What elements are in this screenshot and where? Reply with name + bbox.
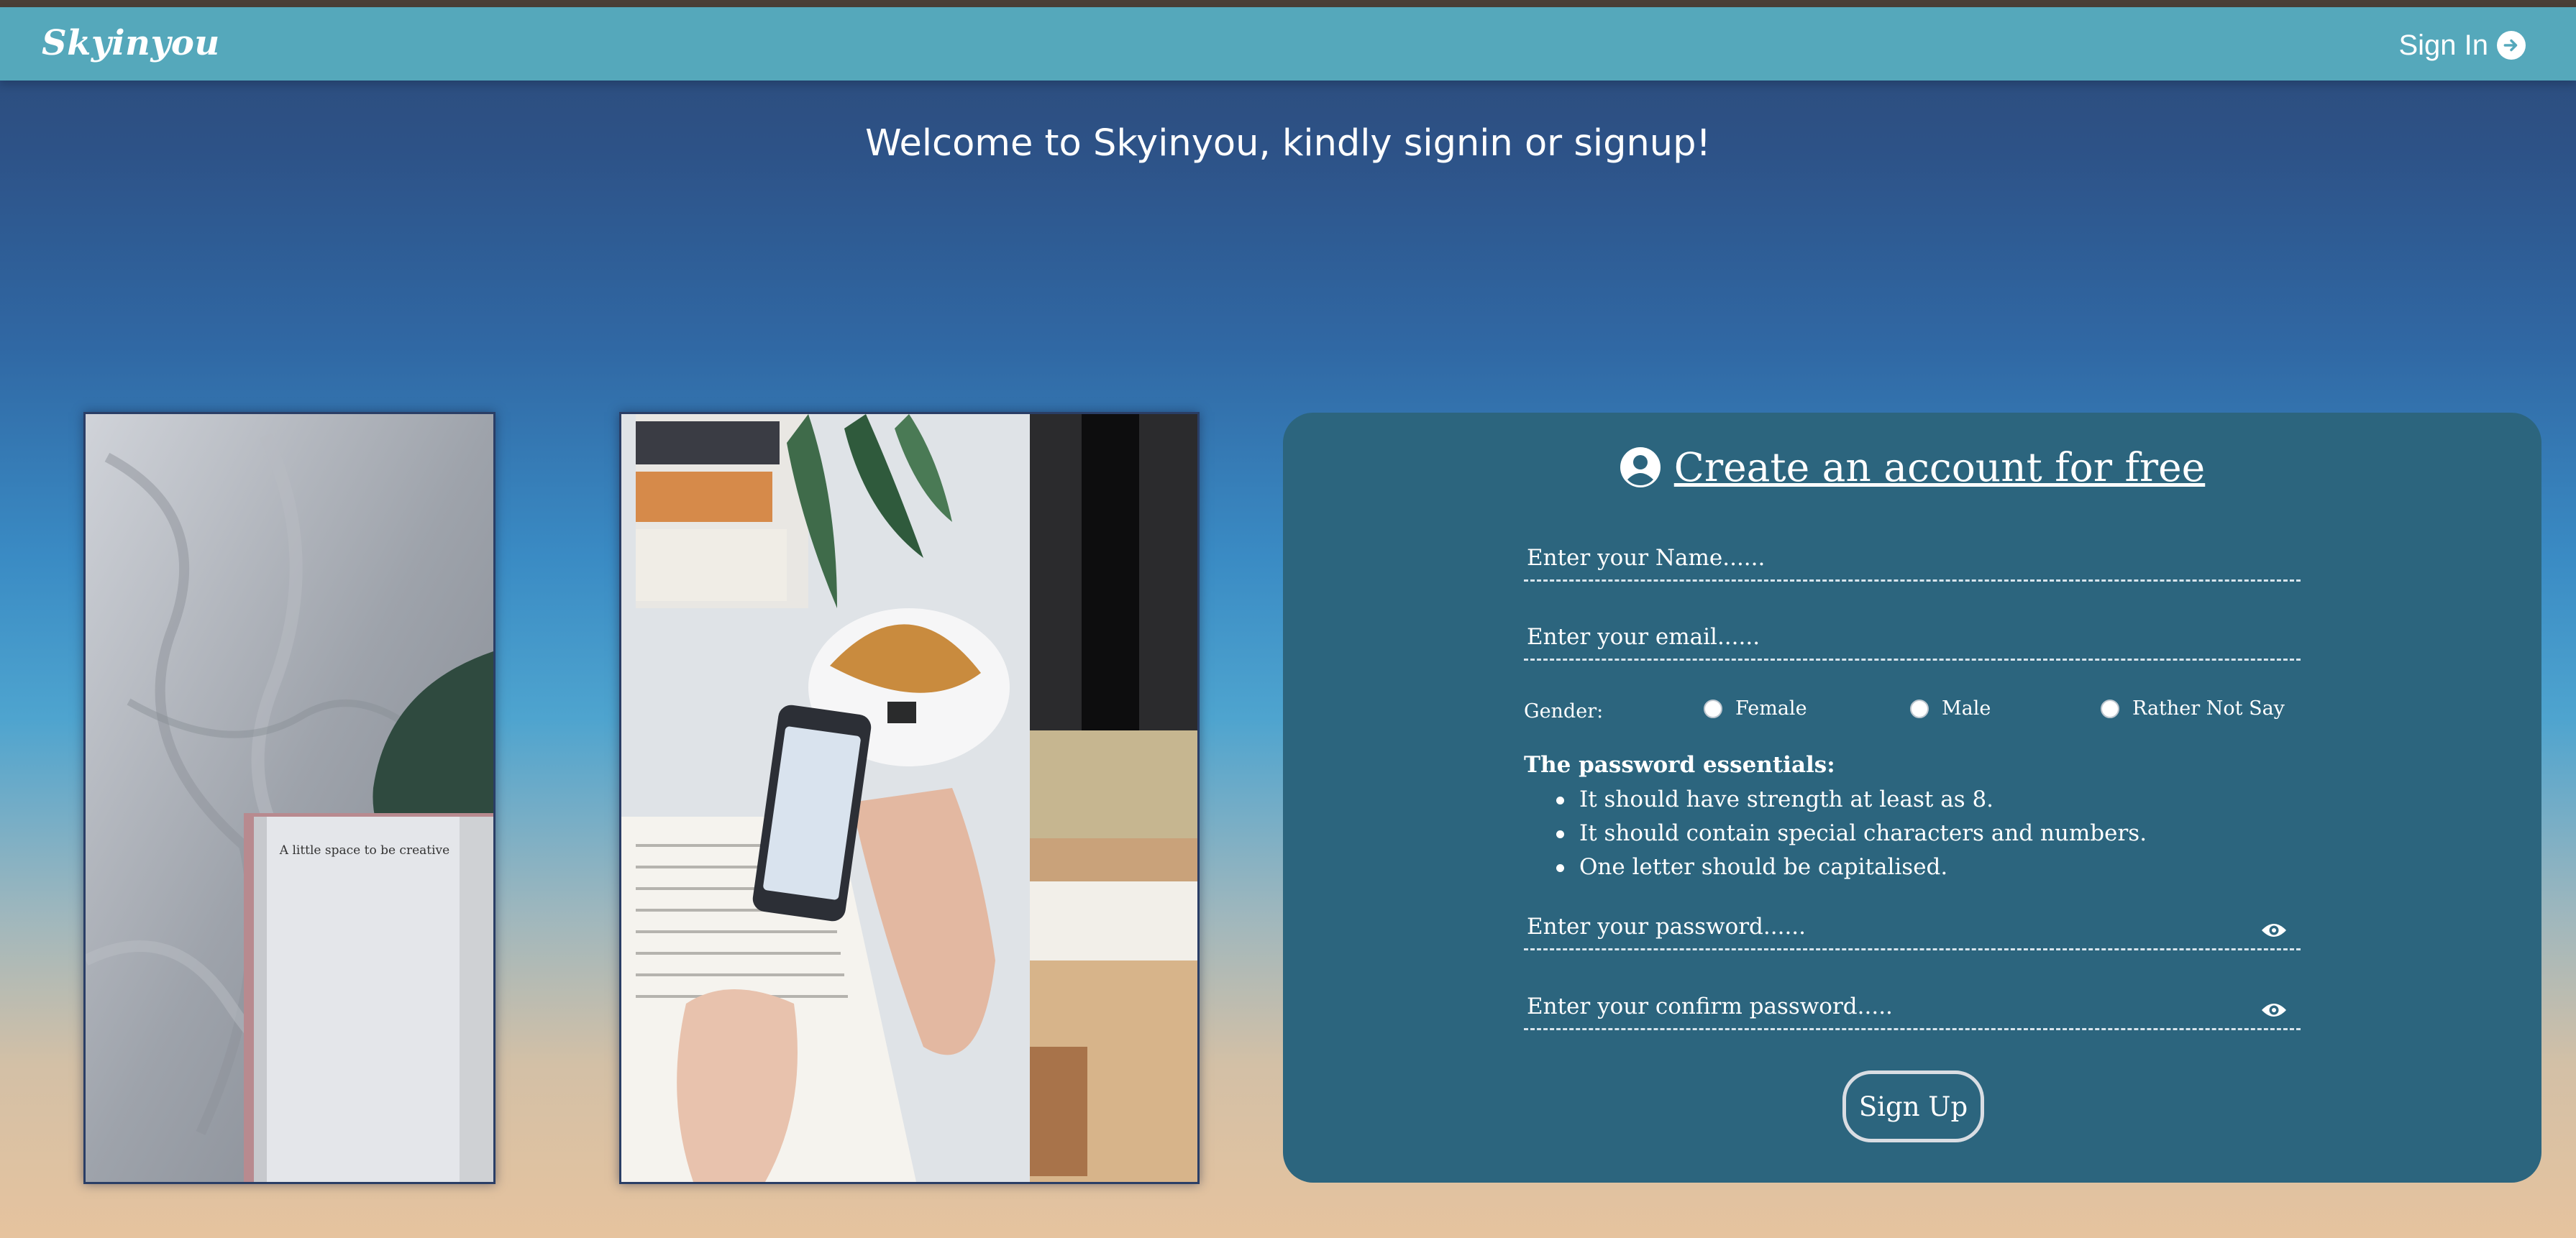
- gender-label: Gender:: [1524, 700, 1604, 723]
- password-rules-list: It should have strength at least as 8. I…: [1556, 785, 2147, 886]
- password-rule: It should contain special characters and…: [1556, 819, 2147, 853]
- sign-in-link[interactable]: Sign In: [2398, 27, 2526, 63]
- brand-logo[interactable]: Skyinyou: [42, 23, 220, 63]
- name-input[interactable]: [1524, 536, 2301, 579]
- welcome-heading: Welcome to Skyinyou, kindly signin or si…: [865, 122, 1711, 165]
- top-strip: [0, 0, 2576, 7]
- name-field: [1524, 536, 2301, 582]
- card-title: Create an account for free: [1283, 444, 2541, 490]
- rather-not-say-label: Rather Not Say: [2132, 697, 2285, 720]
- signup-card: Create an account for free Gender: Femal…: [1283, 413, 2541, 1183]
- gender-option-rather-not-say[interactable]: Rather Not Say: [2101, 697, 2285, 720]
- eye-icon[interactable]: [2260, 920, 2288, 940]
- sign-up-button[interactable]: Sign Up: [1842, 1070, 1984, 1142]
- gender-group: Gender: Female Male Rather Not Say: [1524, 693, 2301, 729]
- female-radio[interactable]: [1704, 699, 1722, 718]
- eye-icon[interactable]: [2260, 1000, 2288, 1020]
- female-label: Female: [1735, 697, 1807, 720]
- navbar: Skyinyou Sign In: [0, 7, 2576, 81]
- phone-book-breakfast-photo: [619, 412, 1200, 1184]
- male-radio[interactable]: [1910, 699, 1929, 718]
- bed-book-photo: A little space to be creative: [83, 412, 495, 1184]
- password-rule: It should have strength at least as 8.: [1556, 785, 2147, 819]
- password-field: [1524, 904, 2301, 950]
- arrow-circle-right-icon: [2497, 31, 2526, 60]
- male-label: Male: [1942, 697, 1991, 720]
- password-rules-title: The password essentials:: [1524, 752, 1835, 778]
- password-rule: One letter should be capitalised.: [1556, 853, 2147, 886]
- sign-in-label: Sign In: [2398, 29, 2488, 61]
- password-input[interactable]: [1524, 904, 2301, 948]
- book-text: A little space to be creative: [279, 843, 449, 858]
- rather-not-say-radio[interactable]: [2101, 699, 2119, 718]
- gender-option-female[interactable]: Female: [1704, 697, 1807, 720]
- email-input[interactable]: [1524, 615, 2301, 659]
- create-account-heading[interactable]: Create an account for free: [1674, 444, 2205, 490]
- gender-option-male[interactable]: Male: [1910, 697, 1991, 720]
- user-circle-icon: [1620, 447, 1661, 487]
- email-field: [1524, 615, 2301, 661]
- confirm-password-input[interactable]: [1524, 984, 2301, 1028]
- confirm-password-field: [1524, 984, 2301, 1030]
